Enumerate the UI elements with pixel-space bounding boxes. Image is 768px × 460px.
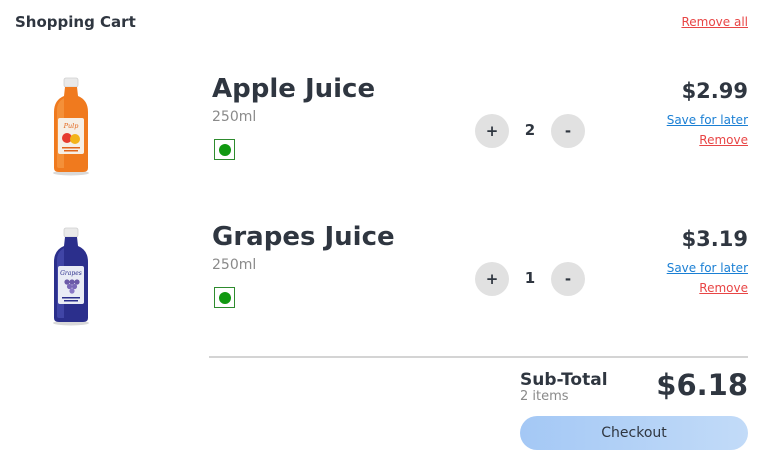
item-size: 250ml — [212, 109, 257, 125]
svg-text:Pulp: Pulp — [63, 122, 80, 130]
svg-text:Grapes: Grapes — [60, 270, 82, 277]
subtotal-amount: $6.18 — [656, 368, 748, 402]
item-price: $2.99 — [681, 79, 748, 103]
item-price: $3.19 — [681, 227, 748, 251]
save-for-later-link[interactable]: Save for later — [667, 261, 748, 275]
save-for-later-link[interactable]: Save for later — [667, 113, 748, 127]
increase-quantity-button[interactable]: + — [475, 262, 509, 296]
decrease-quantity-button[interactable]: - — [551, 114, 585, 148]
remove-all-link[interactable]: Remove all — [681, 15, 748, 29]
quantity-value: 2 — [524, 121, 536, 139]
remove-item-link[interactable]: Remove — [699, 281, 748, 295]
item-size: 250ml — [212, 257, 257, 273]
cart-item: Grapes Grapes Juice 250ml + 1 - $3.19 Sa… — [0, 218, 768, 338]
product-image-grapes-juice: Grapes — [53, 227, 89, 326]
veg-indicator-icon — [214, 139, 235, 160]
item-name: Apple Juice — [212, 74, 376, 104]
increase-quantity-button[interactable]: + — [475, 114, 509, 148]
decrease-quantity-button[interactable]: - — [551, 262, 585, 296]
subtotal-label: Sub-Total — [520, 370, 608, 390]
quantity-stepper: + 1 - — [475, 262, 585, 296]
veg-indicator-icon — [214, 287, 235, 308]
checkout-button[interactable]: Checkout — [520, 416, 748, 450]
remove-item-link[interactable]: Remove — [699, 133, 748, 147]
quantity-stepper: + 2 - — [475, 114, 585, 148]
item-name: Grapes Juice — [212, 222, 395, 252]
header-title: Shopping Cart — [15, 13, 136, 31]
quantity-value: 1 — [524, 269, 536, 287]
product-image-apple-juice: Pulp — [53, 77, 89, 176]
summary-divider — [209, 356, 748, 358]
cart-item: Pulp Apple Juice 250ml + 2 - $2.99 Save … — [0, 70, 768, 190]
subtotal-item-count: 2 items — [520, 389, 569, 404]
